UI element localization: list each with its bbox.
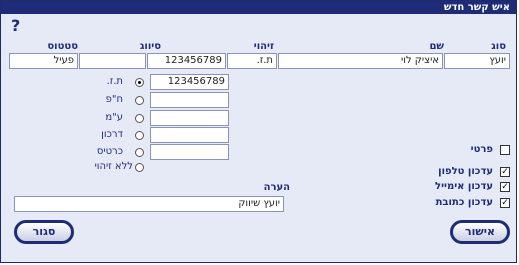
- private-checkbox[interactable]: [500, 145, 510, 155]
- id-radio-tz[interactable]: [135, 78, 144, 87]
- id-radio-card[interactable]: [135, 148, 144, 157]
- id-label-tz: ת.ז.: [106, 76, 123, 87]
- note-label: הערה: [263, 182, 290, 193]
- id-label-dealer: ע"מ: [105, 112, 123, 123]
- dealer-id-input[interactable]: [150, 110, 229, 126]
- name-field[interactable]: איציק לוי: [278, 53, 443, 69]
- passport-input[interactable]: [150, 127, 229, 143]
- card-input[interactable]: [150, 144, 229, 160]
- id-type-field[interactable]: ת.ז.: [227, 53, 277, 69]
- id-label-company: ח"פ: [105, 94, 123, 105]
- id-radio-none[interactable]: [135, 163, 144, 172]
- update-address-checkbox[interactable]: ✓: [500, 198, 510, 208]
- header-name: שם: [429, 41, 444, 52]
- update-email-label: עדכון אימייל: [435, 181, 493, 192]
- help-icon[interactable]: ?: [11, 17, 20, 35]
- id-label-none: ללא זיהוי: [94, 161, 133, 172]
- company-id-input[interactable]: [150, 92, 229, 108]
- update-email-checkbox[interactable]: ✓: [500, 182, 510, 192]
- dialog-title: איש קשר חדש: [443, 2, 510, 13]
- header-id: זיהוי: [253, 41, 274, 52]
- close-button[interactable]: סגור: [14, 220, 74, 244]
- title-bar[interactable]: איש קשר חדש: [1, 1, 516, 14]
- type-field[interactable]: יועץ: [444, 53, 510, 69]
- header-classification: סיווג: [139, 41, 161, 52]
- update-phone-label: עדכון טלפון: [438, 166, 493, 177]
- note-field[interactable]: יועץ שיווק: [14, 196, 284, 212]
- new-contact-dialog: איש קשר חדש ? סוג שם זיהוי סיווג סטטוס י…: [0, 0, 517, 263]
- ok-button[interactable]: אישור: [450, 220, 510, 244]
- id-value-input[interactable]: 123456789: [150, 74, 229, 90]
- private-label: פרטי: [470, 144, 493, 155]
- header-type: סוג: [491, 41, 506, 52]
- update-address-label: עדכון כתובת: [435, 197, 493, 208]
- classification-field[interactable]: [79, 53, 146, 69]
- id-radio-company[interactable]: [135, 96, 144, 105]
- status-field[interactable]: פעיל: [9, 53, 78, 69]
- update-phone-checkbox[interactable]: ✓: [500, 167, 510, 177]
- id-label-passport: דרכון: [101, 129, 123, 140]
- id-radio-dealer[interactable]: [135, 114, 144, 123]
- id-label-card: כרטיס: [96, 146, 123, 157]
- id-radio-passport[interactable]: [135, 131, 144, 140]
- id-number-field[interactable]: 123456789: [147, 53, 226, 69]
- header-status: סטטוס: [47, 41, 78, 52]
